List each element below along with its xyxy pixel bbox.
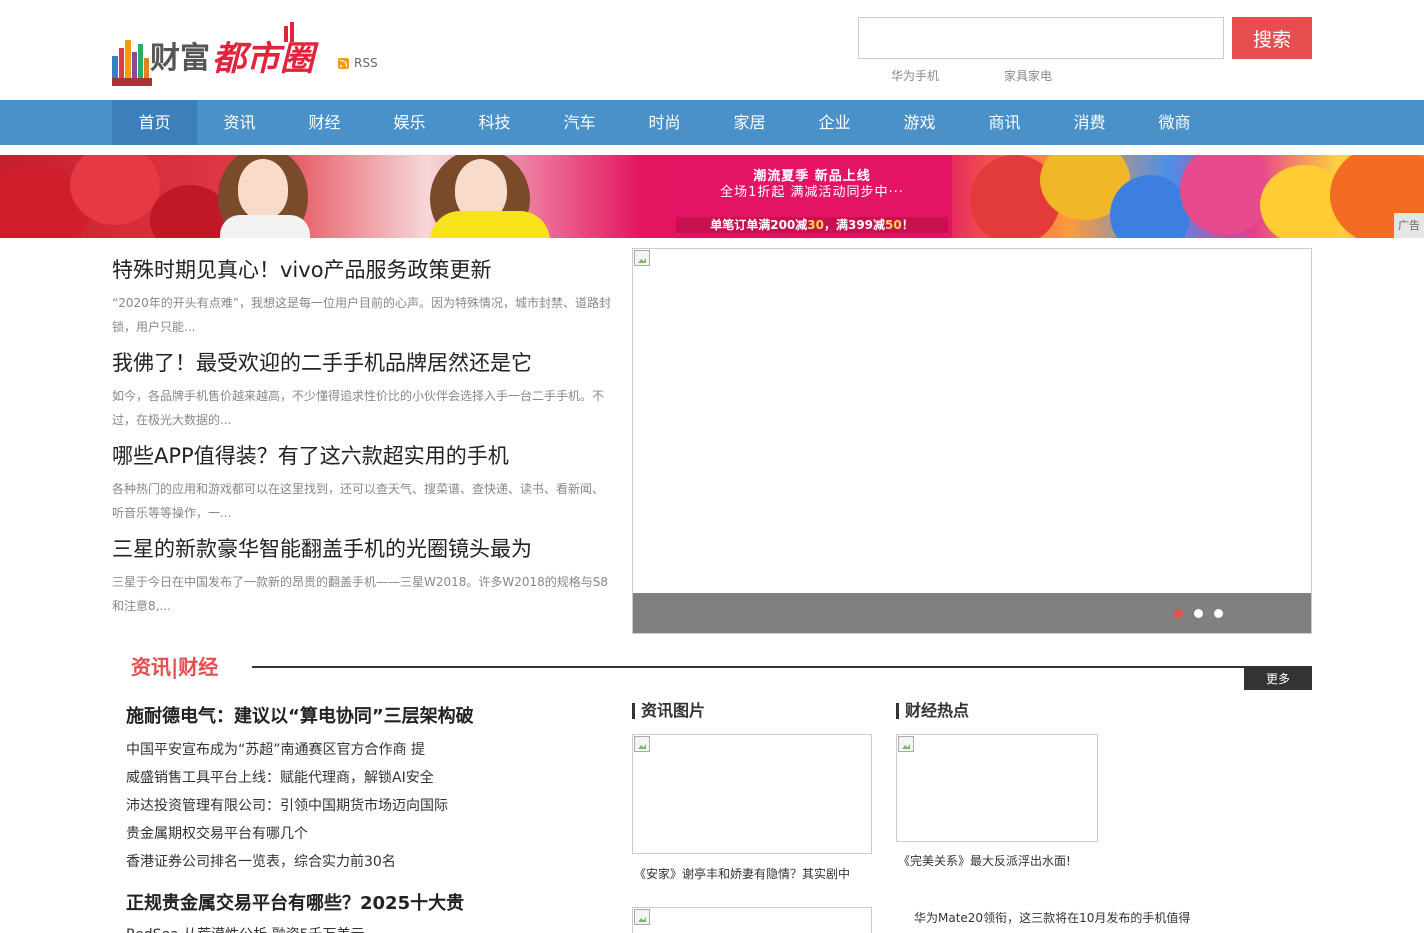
top-article-summary: 各种热门的应用和游戏都可以在这里找到，还可以查天气、搜菜谱、查快递、读书、看新闻…: [112, 482, 605, 520]
rss-link[interactable]: RSS: [338, 56, 378, 70]
ad-label: 广告: [1394, 213, 1424, 238]
banner-line3: 单笔订单满200减30，满399减50！: [676, 217, 948, 233]
search-button[interactable]: 搜索: [1232, 17, 1312, 59]
nav-item-micro-business[interactable]: 微商: [1132, 100, 1217, 145]
section-divider: [252, 666, 1312, 668]
list-item[interactable]: 沛达投资管理有限公司：引领中国期货市场迈向国际: [126, 792, 606, 820]
top-article[interactable]: 哪些APP值得装？有了这六款超实用的手机 各种热门的应用和游戏都可以在这里找到，…: [112, 441, 612, 525]
hot-list-item[interactable]: 华为Mate20领衔，这三款将在10月发布的手机值得: [914, 909, 1190, 926]
banner-line2: 全场1折起 满减活动同步中···: [720, 185, 904, 200]
hot-link-huawei[interactable]: 华为手机: [891, 67, 939, 84]
search-input[interactable]: [858, 17, 1224, 59]
top-article-summary: 如今，各品牌手机售价越来越高，不少懂得追求性价比的小伙伴会选择入手一台二手手机。…: [112, 389, 605, 427]
nav-item-news[interactable]: 资讯: [197, 100, 282, 145]
slider-caption-bar: [633, 593, 1311, 633]
broken-image-icon: [634, 736, 650, 752]
nav-item-finance[interactable]: 财经: [282, 100, 367, 145]
top-article[interactable]: 特殊时期见真心！vivo产品服务政策更新 “2020年的开头有点难”，我想这是每…: [112, 255, 612, 339]
hot-link-furniture[interactable]: 家具家电: [1004, 67, 1052, 84]
slider-dot-3[interactable]: [1214, 609, 1223, 618]
top-article-summary: “2020年的开头有点难”，我想这是每一位用户目前的心声。因为特殊情况，城市封禁…: [112, 296, 611, 334]
top-article-title[interactable]: 特殊时期见真心！vivo产品服务政策更新: [112, 255, 612, 285]
nav-item-auto[interactable]: 汽车: [537, 100, 622, 145]
list-item[interactable]: RedSea 从荒漠性公析 融资5千万美元: [126, 924, 365, 933]
model-clothes: [220, 215, 310, 238]
news-picture[interactable]: [632, 907, 872, 933]
news-headline[interactable]: 施耐德电气：建议以“算电协同”三层架构破: [126, 702, 474, 728]
nav-item-business-news[interactable]: 商讯: [962, 100, 1047, 145]
section-title: 资讯|财经: [131, 655, 219, 679]
svg-text:财富: 财富: [150, 41, 210, 76]
list-item[interactable]: 威盛销售工具平台上线：赋能代理商，解锁AI安全: [126, 764, 606, 792]
model-clothes: [430, 211, 550, 238]
rss-icon: [338, 57, 349, 69]
nav-item-tech[interactable]: 科技: [452, 100, 537, 145]
top-article-title[interactable]: 三星的新款豪华智能翻盖手机的光圈镜头最为: [112, 534, 612, 564]
main-nav: 首页 资讯 财经 娱乐 科技 汽车 时尚 家居 企业 游戏 商讯 消费 微商: [0, 100, 1424, 145]
top-article[interactable]: 三星的新款豪华智能翻盖手机的光圈镜头最为 三星于今日在中国发布了一款新的昂贵的翻…: [112, 534, 612, 618]
broken-image-icon: [634, 250, 650, 266]
news-list: 中国平安宣布成为“苏超”南通赛区官方合作商 提 威盛销售工具平台上线：赋能代理商…: [126, 736, 606, 876]
nav-item-entertainment[interactable]: 娱乐: [367, 100, 452, 145]
nav-item-consumer[interactable]: 消费: [1047, 100, 1132, 145]
rss-label: RSS: [354, 56, 378, 70]
page: 财富 都市圈 RSS 搜索 华为手机 家具家电 首页 资讯 财经 娱乐 科技 汽…: [0, 0, 1424, 933]
top-article-title[interactable]: 我佛了！最受欢迎的二手手机品牌居然还是它: [112, 348, 612, 378]
nav-item-enterprise[interactable]: 企业: [792, 100, 877, 145]
header: 财富 都市圈 RSS 搜索 华为手机 家具家电: [0, 0, 1424, 100]
more-button[interactable]: 更多: [1244, 668, 1312, 690]
hot-caption[interactable]: 《完美关系》最大反派浮出水面!: [898, 852, 1071, 869]
top-article[interactable]: 我佛了！最受欢迎的二手手机品牌居然还是它 如今，各品牌手机售价越来越高，不少懂得…: [112, 348, 612, 432]
slider-dot-2[interactable]: [1194, 609, 1203, 618]
image-slider[interactable]: [632, 248, 1312, 634]
nav-item-home-living[interactable]: 家居: [707, 100, 792, 145]
ad-banner[interactable]: 潮流夏季 新品上线 全场1折起 满减活动同步中··· 单笔订单满200减30，满…: [0, 155, 1424, 238]
balloon-decoration: [1180, 155, 1270, 235]
list-item[interactable]: 香港证券公司排名一览表，综合实力前30名: [126, 848, 606, 876]
hot-column-title: 财经热点: [896, 703, 969, 719]
model-face: [238, 159, 288, 219]
pictures-column-title: 资讯图片: [632, 703, 705, 719]
top-article-title[interactable]: 哪些APP值得装？有了这六款超实用的手机: [112, 441, 612, 471]
nav-item-fashion[interactable]: 时尚: [622, 100, 707, 145]
slider-dot-1[interactable]: [1174, 609, 1183, 618]
nav-item-home[interactable]: 首页: [112, 100, 197, 145]
news-picture[interactable]: [632, 734, 872, 854]
svg-text:都市圈: 都市圈: [212, 39, 319, 79]
list-item[interactable]: 贵金属期权交易平台有哪几个: [126, 820, 606, 848]
list-item[interactable]: 中国平安宣布成为“苏超”南通赛区官方合作商 提: [126, 736, 606, 764]
site-logo[interactable]: 财富 都市圈: [112, 22, 328, 86]
hot-picture[interactable]: [896, 734, 1098, 842]
top-article-summary: 三星于今日在中国发布了一款新的昂贵的翻盖手机——三星W2018。许多W2018的…: [112, 575, 609, 613]
broken-image-icon: [634, 909, 650, 925]
news-headline[interactable]: 正规贵金属交易平台有哪些？2025十大贵: [126, 889, 464, 915]
nav-item-games[interactable]: 游戏: [877, 100, 962, 145]
picture-caption[interactable]: 《安家》谢亭丰和娇妻有隐情？其实剧中: [634, 865, 850, 882]
broken-image-icon: [898, 736, 914, 752]
